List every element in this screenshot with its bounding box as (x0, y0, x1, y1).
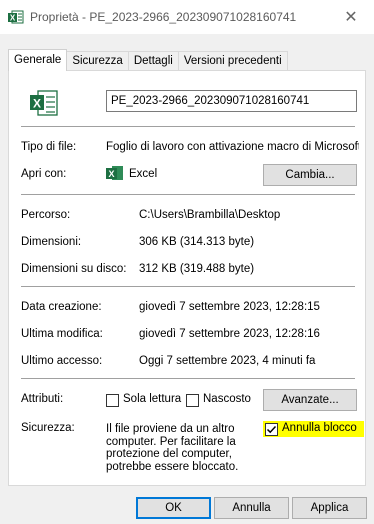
advanced-button[interactable]: Avanzate... (263, 389, 357, 411)
tab-generale[interactable]: Generale (8, 49, 68, 71)
tab-dettagli[interactable]: Dettagli (127, 51, 179, 71)
accessed-value: Oggi 7 settembre 2023, 4 minuti fa (139, 355, 316, 367)
title-bar[interactable]: X Proprietà - PE_2023-2966_2023090710281… (0, 0, 374, 34)
hidden-checkbox[interactable] (186, 394, 199, 407)
security-message-line: Il file proviene da un altro (106, 423, 235, 435)
security-message-line: computer. Per facilitare la (106, 435, 236, 448)
size-value: 306 KB (314.313 byte) (139, 236, 255, 248)
file-type-value: Foglio di lavoro con attivazione macro d… (106, 141, 359, 153)
file-type-label: Tipo di file: (21, 141, 77, 153)
divider (21, 378, 355, 379)
svg-text:X: X (108, 169, 114, 179)
created-value: giovedì 7 settembre 2023, 12:28:15 (139, 301, 320, 313)
apply-button[interactable]: Applica (292, 497, 367, 519)
change-button[interactable]: Cambia... (263, 164, 357, 186)
attributes-label: Attributi: (21, 393, 64, 405)
cancel-button[interactable]: Annulla (214, 497, 289, 519)
unblock-checkbox[interactable] (265, 423, 278, 436)
divider (21, 194, 355, 195)
tab-bar: Generale Sicurezza Dettagli Versioni pre… (8, 49, 288, 71)
tab-versioni-precedenti[interactable]: Versioni precedenti (177, 51, 288, 71)
close-icon: ✕ (344, 9, 358, 26)
excel-app-icon: X (106, 165, 124, 184)
security-message: Il file proviene da un altro computer. P… (106, 423, 246, 473)
path-value: C:\Users\Brambilla\Desktop (139, 209, 281, 221)
open-with-label: Apri con: (21, 168, 67, 180)
window-title: Proprietà - PE_2023-2966_202309071028160… (30, 10, 297, 24)
divider (21, 286, 355, 287)
accessed-label: Ultimo accesso: (21, 355, 103, 367)
svg-text:X: X (10, 14, 16, 23)
modified-label: Ultima modifica: (21, 328, 103, 340)
excel-file-icon: X (8, 10, 24, 24)
security-message-line: potrebbe essere bloccato. (106, 460, 239, 473)
ok-button[interactable]: OK (136, 497, 211, 519)
security-message-line: protezione del computer, (106, 448, 232, 460)
size-label: Dimensioni: (21, 236, 82, 248)
svg-text:X: X (33, 97, 41, 111)
excel-document-icon: X (29, 89, 59, 120)
tab-sicurezza[interactable]: Sicurezza (66, 51, 129, 71)
divider (21, 126, 355, 127)
security-label: Sicurezza: (21, 422, 75, 434)
size-on-disk-value: 312 KB (319.488 byte) (139, 263, 255, 275)
general-panel: X Tipo di file: Foglio di lavoro con att… (8, 70, 366, 486)
close-button[interactable]: ✕ (328, 0, 374, 34)
check-icon (266, 425, 277, 434)
readonly-label[interactable]: Sola lettura (123, 393, 181, 405)
created-label: Data creazione: (21, 301, 102, 313)
size-on-disk-label: Dimensioni su disco: (21, 263, 127, 275)
path-label: Percorso: (21, 209, 71, 221)
modified-value: giovedì 7 settembre 2023, 12:28:16 (139, 328, 320, 340)
unblock-label[interactable]: Annulla blocco (282, 422, 357, 434)
file-name-field[interactable] (106, 90, 357, 112)
open-with-app: Excel (129, 168, 158, 180)
readonly-checkbox[interactable] (106, 394, 119, 407)
properties-dialog: X Proprietà - PE_2023-2966_2023090710281… (0, 0, 374, 524)
hidden-label[interactable]: Nascosto (203, 393, 251, 405)
